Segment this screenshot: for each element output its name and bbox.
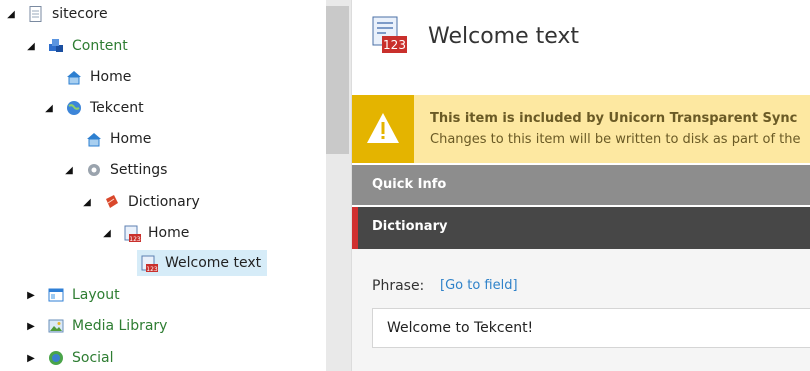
expanded-arrow-icon[interactable]: ◢ <box>100 228 114 239</box>
dictionary-entry-icon: 123 <box>141 255 158 273</box>
content-cubes-icon <box>48 38 64 54</box>
layout-icon <box>48 287 64 303</box>
tree-item-settings[interactable]: ◢ Settings <box>62 157 167 183</box>
tree-item-label: Home <box>90 69 132 85</box>
tree-item-label: Media Library <box>72 318 168 334</box>
tree-item-tekcent[interactable]: ◢ Tekcent <box>42 95 144 121</box>
field-label-phrase: Phrase: <box>372 278 425 294</box>
section-body: Phrase: [Go to field] Welcome to Tekcent… <box>352 249 810 371</box>
warning-banner: This item is included by Unicorn Transpa… <box>352 95 810 163</box>
warning-text: Changes to this item will be written to … <box>430 132 801 147</box>
tree-item-label: Welcome text <box>165 255 262 271</box>
expanded-arrow-icon[interactable]: ◢ <box>4 9 18 20</box>
svg-text:123: 123 <box>146 266 158 273</box>
image-icon <box>48 318 64 334</box>
tree-item-label: Home <box>148 225 190 241</box>
warning-title: This item is included by Unicorn Transpa… <box>430 111 798 126</box>
tree-item-dictionary[interactable]: ◢ Dictionary <box>80 189 200 215</box>
collapsed-arrow-icon[interactable]: ▶ <box>24 290 38 301</box>
expanded-arrow-icon[interactable]: ◢ <box>80 197 94 208</box>
tree-item-sitecore[interactable]: ◢ sitecore <box>4 1 108 27</box>
warning-icon <box>352 95 414 163</box>
tree-item-welcome-text[interactable]: 123 Welcome text <box>137 250 268 276</box>
tree-item-label: Content <box>72 38 128 54</box>
home-icon <box>66 69 82 85</box>
section-label: Quick Info <box>372 177 447 192</box>
tree-item-label: Home <box>110 131 152 147</box>
collapsed-arrow-icon[interactable]: ▶ <box>24 353 38 364</box>
content-editor: 123 Welcome text This item is included b… <box>352 0 810 371</box>
phrase-input[interactable]: Welcome to Tekcent! <box>372 308 810 348</box>
tree-item-label: Tekcent <box>90 100 144 116</box>
section-active-marker <box>352 207 358 249</box>
dictionary-entry-icon: 123 <box>124 225 141 243</box>
expanded-arrow-icon[interactable]: ◢ <box>42 103 56 114</box>
svg-text:123: 123 <box>129 236 141 243</box>
globe-icon <box>66 100 82 116</box>
expanded-arrow-icon[interactable]: ◢ <box>24 41 38 52</box>
collapsed-arrow-icon[interactable]: ▶ <box>24 321 38 332</box>
tree-item-content[interactable]: ◢ Content <box>24 33 128 59</box>
dictionary-entry-icon: 123 <box>372 16 408 54</box>
item-title: Welcome text <box>428 24 580 49</box>
section-quick-info[interactable]: Quick Info <box>352 165 810 205</box>
tree-item-dictionary-home[interactable]: ◢ 123 Home <box>100 220 189 246</box>
book-icon <box>104 194 120 210</box>
gear-icon <box>86 162 102 178</box>
social-globe-icon <box>48 350 64 366</box>
expanded-arrow-icon[interactable]: ◢ <box>62 165 76 176</box>
tree-item-layout[interactable]: ▶ Layout <box>24 282 120 308</box>
tree-item-label: Layout <box>72 287 120 303</box>
tree-item-label: Settings <box>110 162 168 178</box>
go-to-field-link[interactable]: [Go to field] <box>440 278 518 293</box>
document-icon <box>28 6 44 22</box>
tree-scrollbar-thumb[interactable] <box>326 6 349 154</box>
tree-item-label: Dictionary <box>128 194 200 210</box>
svg-text:123: 123 <box>383 38 406 52</box>
content-tree: ◢ sitecore ◢ Content Home ◢ Tekcent Home <box>0 0 326 371</box>
tree-item-home[interactable]: Home <box>66 64 131 90</box>
home-icon <box>86 131 102 147</box>
tree-item-label: Social <box>72 350 114 366</box>
section-label: Dictionary <box>372 219 448 234</box>
tree-item-media-library[interactable]: ▶ Media Library <box>24 313 167 339</box>
tree-item-label: sitecore <box>52 6 108 22</box>
tree-item-home[interactable]: Home <box>86 126 151 152</box>
tree-item-social[interactable]: ▶ Social <box>24 345 114 371</box>
section-dictionary[interactable]: Dictionary <box>352 207 810 249</box>
